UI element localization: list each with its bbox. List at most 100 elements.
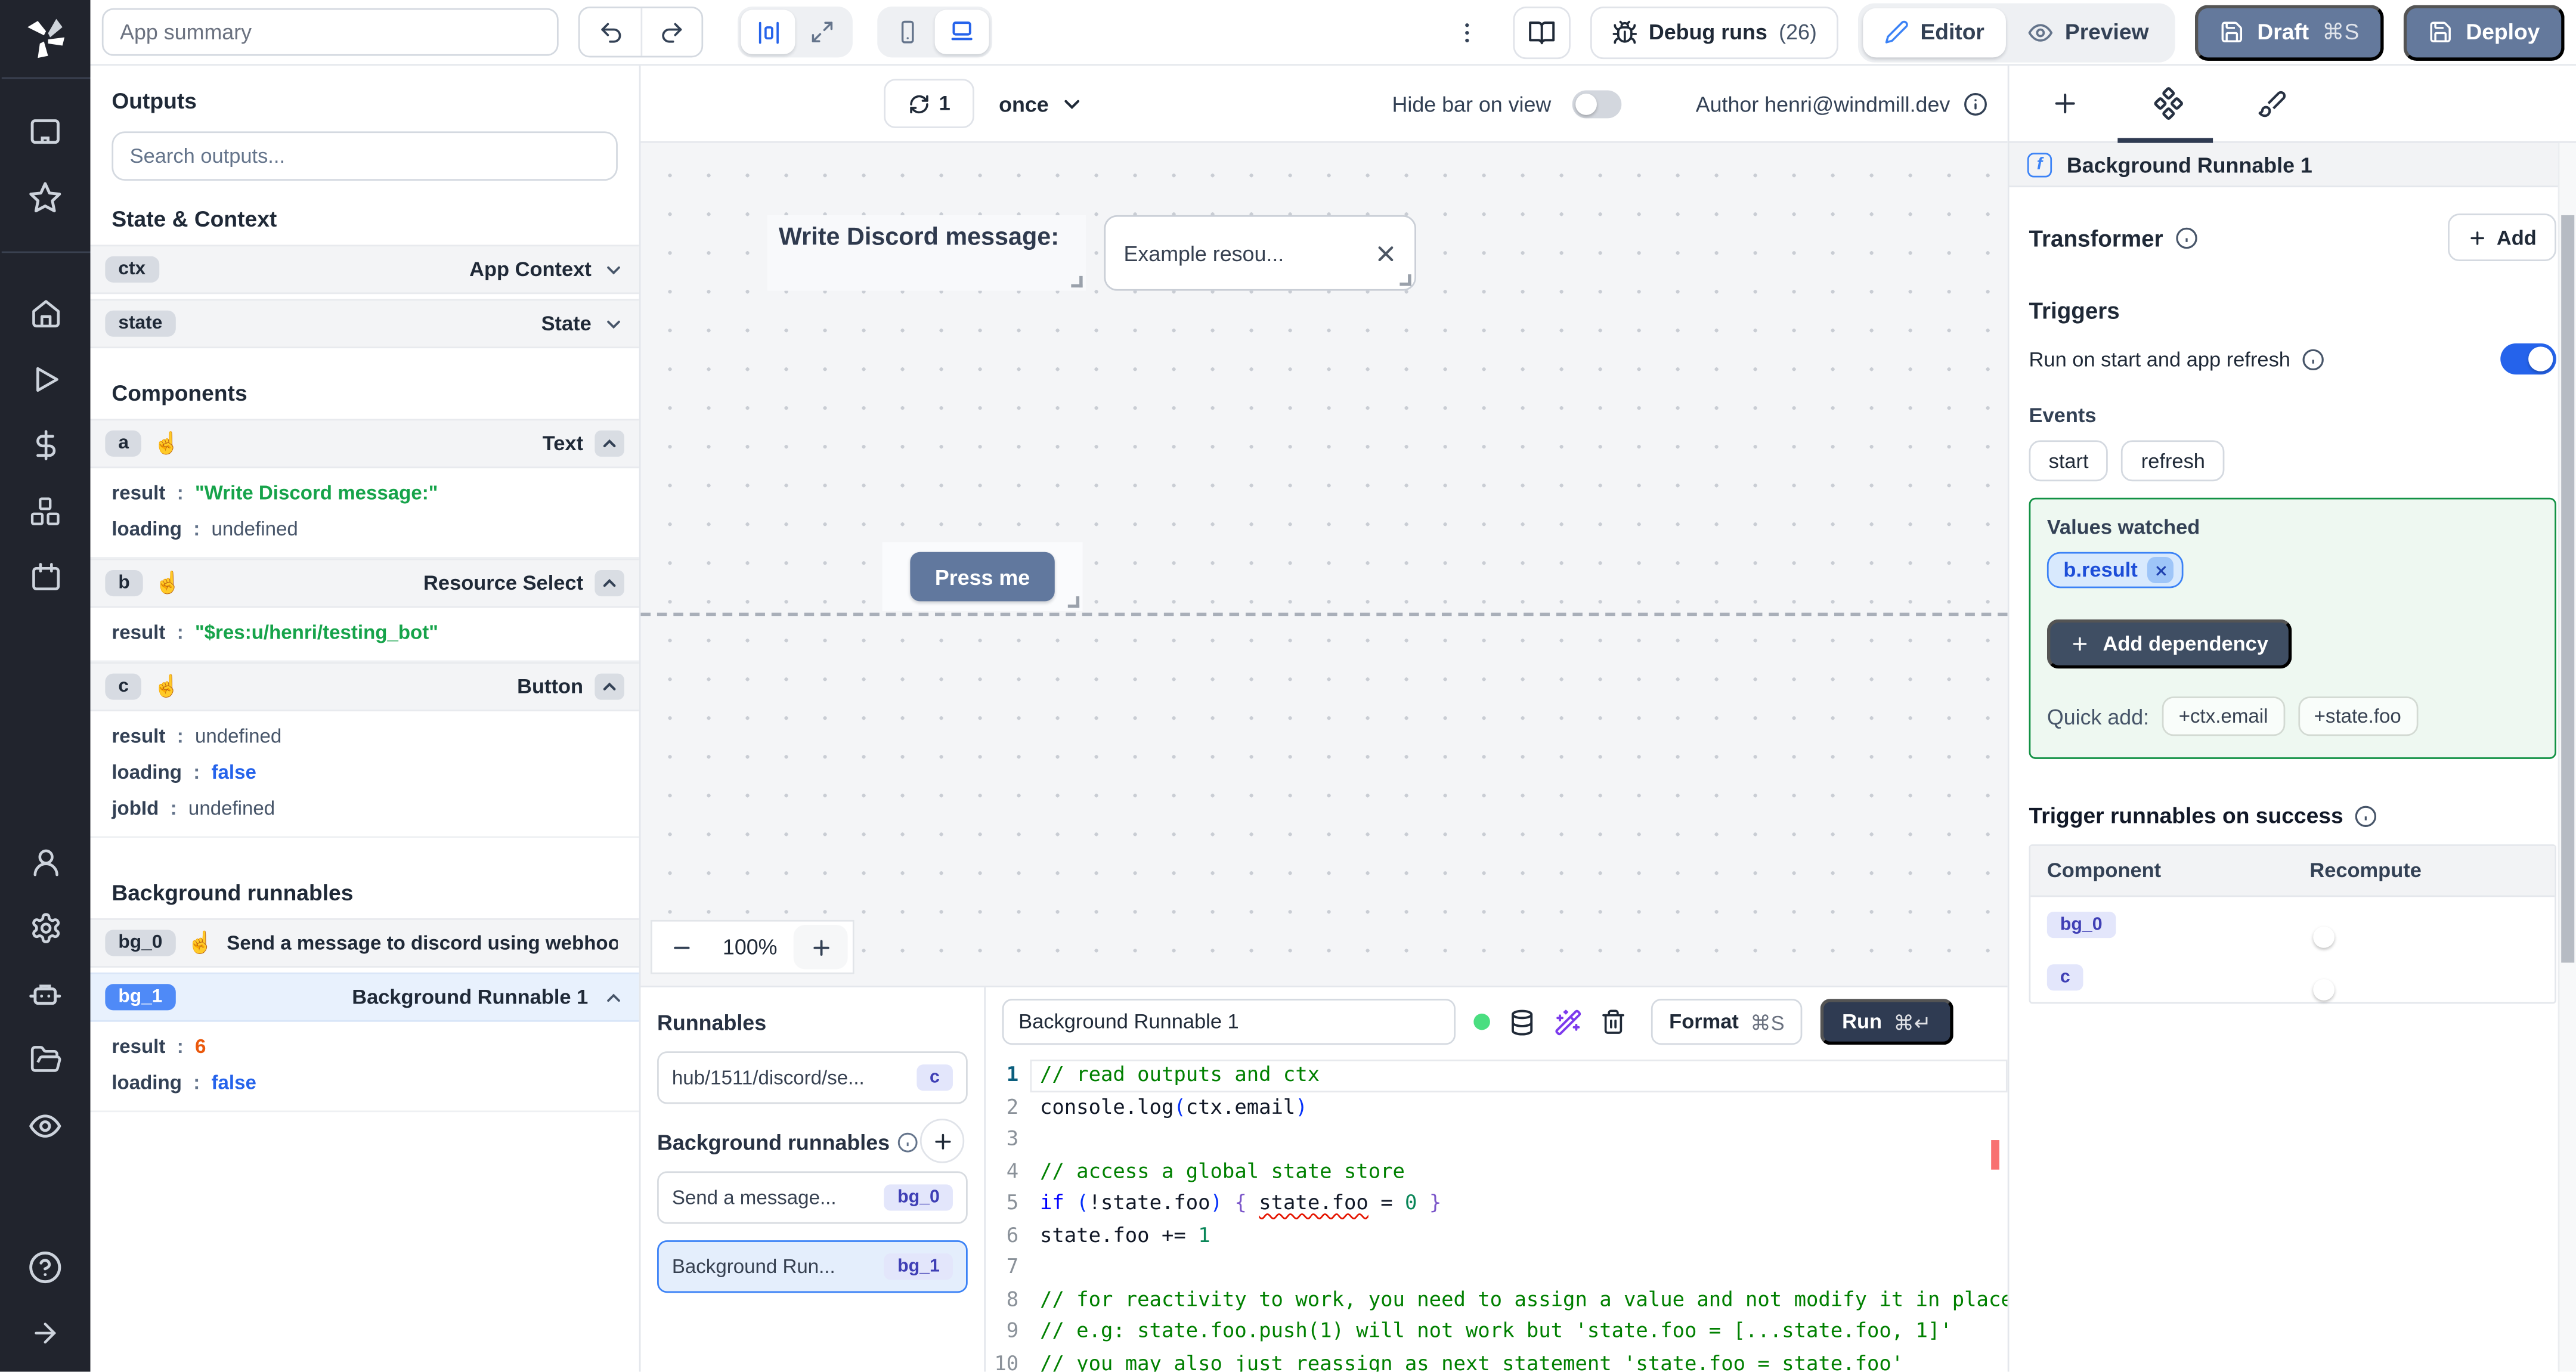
- resize-handle[interactable]: [1071, 275, 1083, 288]
- sidebar-item-variables[interactable]: [0, 413, 91, 478]
- resize-handle[interactable]: [1067, 596, 1080, 608]
- resource-select-component[interactable]: Example resou...: [1104, 215, 1416, 291]
- code-line[interactable]: // you may also just reassign as next st…: [1030, 1348, 2007, 1371]
- component-row-b[interactable]: b ☝ Resource Select: [90, 558, 639, 608]
- sidebar-item-runs[interactable]: [0, 346, 91, 412]
- output-row-ctx[interactable]: ctx App Context: [90, 244, 639, 295]
- press-me-button[interactable]: Press me: [910, 552, 1055, 602]
- debug-runs-button[interactable]: Debug runs (26): [1589, 5, 1838, 58]
- column-header-recompute: Recompute: [2309, 859, 2422, 882]
- sidebar-item-users[interactable]: [0, 829, 91, 895]
- component-c-outputs: result: undefined loading: false jobId: und…: [90, 711, 639, 838]
- tab-component-settings[interactable]: [2116, 66, 2220, 141]
- collapse-icon[interactable]: [595, 570, 624, 597]
- code-line[interactable]: // e.g: state.foo.push(1) will not work …: [1030, 1316, 2007, 1348]
- more-menu-icon[interactable]: [1440, 19, 1493, 45]
- clear-selection-icon[interactable]: [1373, 241, 1398, 265]
- windmill-app-editor: Debug runs (26) Editor Preview Draft ⌘S …: [0, 0, 2576, 1372]
- remove-watched-value-icon[interactable]: [2147, 556, 2174, 584]
- tab-preview[interactable]: Preview: [2006, 7, 2171, 57]
- ctx-badge: ctx: [105, 256, 159, 283]
- runnable-item-main[interactable]: hub/1511/discord/se... c: [657, 1051, 968, 1104]
- code-line[interactable]: // read outputs and ctx: [1030, 1060, 2008, 1092]
- search-outputs-input[interactable]: [112, 131, 618, 181]
- deploy-button[interactable]: Deploy: [2403, 4, 2565, 60]
- sidebar-item-settings[interactable]: [0, 896, 91, 961]
- add-dependency-button[interactable]: Add dependency: [2046, 619, 2292, 669]
- tab-editor[interactable]: Editor: [1863, 7, 2006, 57]
- sidebar-item-workers[interactable]: [0, 961, 91, 1027]
- code-line[interactable]: console.log(ctx.email): [1030, 1092, 2007, 1124]
- button-component-cell[interactable]: Press me: [882, 542, 1083, 611]
- sidebar-item-help[interactable]: [0, 1234, 91, 1299]
- background-runnable-row-bg1[interactable]: bg_1 Background Runnable 1: [90, 973, 639, 1022]
- collapse-icon[interactable]: [595, 430, 624, 457]
- undo-button[interactable]: [580, 8, 641, 56]
- windmill-logo-icon[interactable]: [20, 15, 70, 64]
- quick-add-ctx-email-button[interactable]: +ctx.email: [2162, 696, 2285, 736]
- canvas-toolbar: 1 once Hide bar on view Author henri@win…: [640, 66, 2008, 143]
- info-icon: [2355, 804, 2378, 828]
- event-refresh-pill[interactable]: refresh: [2121, 440, 2225, 482]
- redo-button[interactable]: [640, 8, 701, 56]
- add-transformer-button[interactable]: Add: [2447, 213, 2556, 262]
- scrollbar-thumb[interactable]: [2561, 215, 2575, 963]
- code-line[interactable]: // access a global state store: [1030, 1156, 2007, 1188]
- zoom-in-button[interactable]: [793, 925, 848, 970]
- pointer-hand-icon: ☝: [153, 673, 180, 698]
- fullscreen-layout-button[interactable]: [795, 10, 849, 54]
- sidebar-item-resources[interactable]: [0, 478, 91, 544]
- refresh-count-button[interactable]: 1: [884, 79, 974, 128]
- sidebar-item-home[interactable]: [0, 281, 91, 346]
- watched-value-chip[interactable]: b.result: [2046, 552, 2184, 589]
- app-canvas[interactable]: Write Discord message: Example resou... …: [640, 143, 2008, 986]
- hide-bar-toggle[interactable]: [1572, 89, 1622, 117]
- code-lines[interactable]: // read outputs and ctx console.log(ctx.e…: [1030, 1057, 2008, 1372]
- app-summary-input[interactable]: [101, 8, 559, 56]
- tab-styling[interactable]: [2219, 66, 2323, 141]
- run-on-start-toggle[interactable]: [2500, 343, 2556, 375]
- sidebar-collapse-icon[interactable]: [0, 1299, 91, 1365]
- event-start-pill[interactable]: start: [2029, 440, 2109, 482]
- sidebar-item-schedules[interactable]: [0, 544, 91, 609]
- collapse-icon[interactable]: [595, 673, 624, 700]
- code-line[interactable]: // for reactivity to work, you need to a…: [1030, 1284, 2008, 1316]
- runnable-item-bg0[interactable]: Send a message... bg_0: [657, 1171, 968, 1224]
- tab-insert-component[interactable]: [2012, 66, 2116, 141]
- docs-button[interactable]: [1512, 5, 1570, 58]
- code-editor[interactable]: 1 2 3 4 5 6 7 8 9 10 // read outputs and ctx conso…: [986, 1057, 2008, 1372]
- component-row-a[interactable]: a ☝ Text: [90, 419, 639, 469]
- code-line[interactable]: [1030, 1123, 2007, 1156]
- component-row-c[interactable]: c ☝ Button: [90, 662, 639, 711]
- code-line[interactable]: if (!state.foo) { state.foo = 0 }: [1030, 1188, 2007, 1220]
- run-button[interactable]: Run ⌘↵: [1820, 999, 1953, 1045]
- background-runnable-row-bg0[interactable]: bg_0 ☝ Send a message to discord using w…: [90, 918, 639, 968]
- zoom-out-button[interactable]: [652, 922, 711, 973]
- code-line[interactable]: state.foo += 1: [1030, 1220, 2007, 1252]
- quick-add-state-foo-button[interactable]: +state.foo: [2298, 696, 2418, 736]
- delete-runnable-icon[interactable]: [1600, 1009, 1626, 1035]
- center-layout-button[interactable]: [741, 10, 795, 54]
- format-button[interactable]: Format ⌘S: [1651, 999, 1803, 1045]
- text-component[interactable]: Write Discord message:: [767, 215, 1086, 291]
- add-background-runnable-button[interactable]: [919, 1119, 965, 1163]
- desktop-view-button[interactable]: [934, 10, 989, 54]
- runnable-name-input[interactable]: [1002, 999, 1456, 1045]
- right-panel-scrollbar[interactable]: [2558, 143, 2576, 1372]
- runnable-item-bg1-selected[interactable]: Background Run... bg_1: [657, 1240, 968, 1293]
- resize-handle[interactable]: [1400, 274, 1411, 286]
- output-row-state[interactable]: state State: [90, 299, 639, 349]
- sidebar-item-apps[interactable]: [0, 98, 91, 164]
- sidebar-item-folders[interactable]: [0, 1027, 91, 1092]
- ai-assistant-icon[interactable]: [1554, 1008, 1582, 1036]
- refresh-mode-select[interactable]: once: [999, 79, 1085, 128]
- code-line[interactable]: [1030, 1252, 2007, 1284]
- pointer-hand-icon: ☝: [187, 930, 214, 955]
- chevron-up-icon: [607, 993, 620, 1001]
- sidebar-item-favorites[interactable]: [0, 165, 91, 230]
- app-height-divider[interactable]: [640, 612, 2008, 617]
- draft-button[interactable]: Draft ⌘S: [2194, 4, 2384, 60]
- mobile-view-button[interactable]: [881, 10, 935, 54]
- cache-icon[interactable]: [1508, 1008, 1536, 1036]
- sidebar-item-audit-logs[interactable]: [0, 1092, 91, 1158]
